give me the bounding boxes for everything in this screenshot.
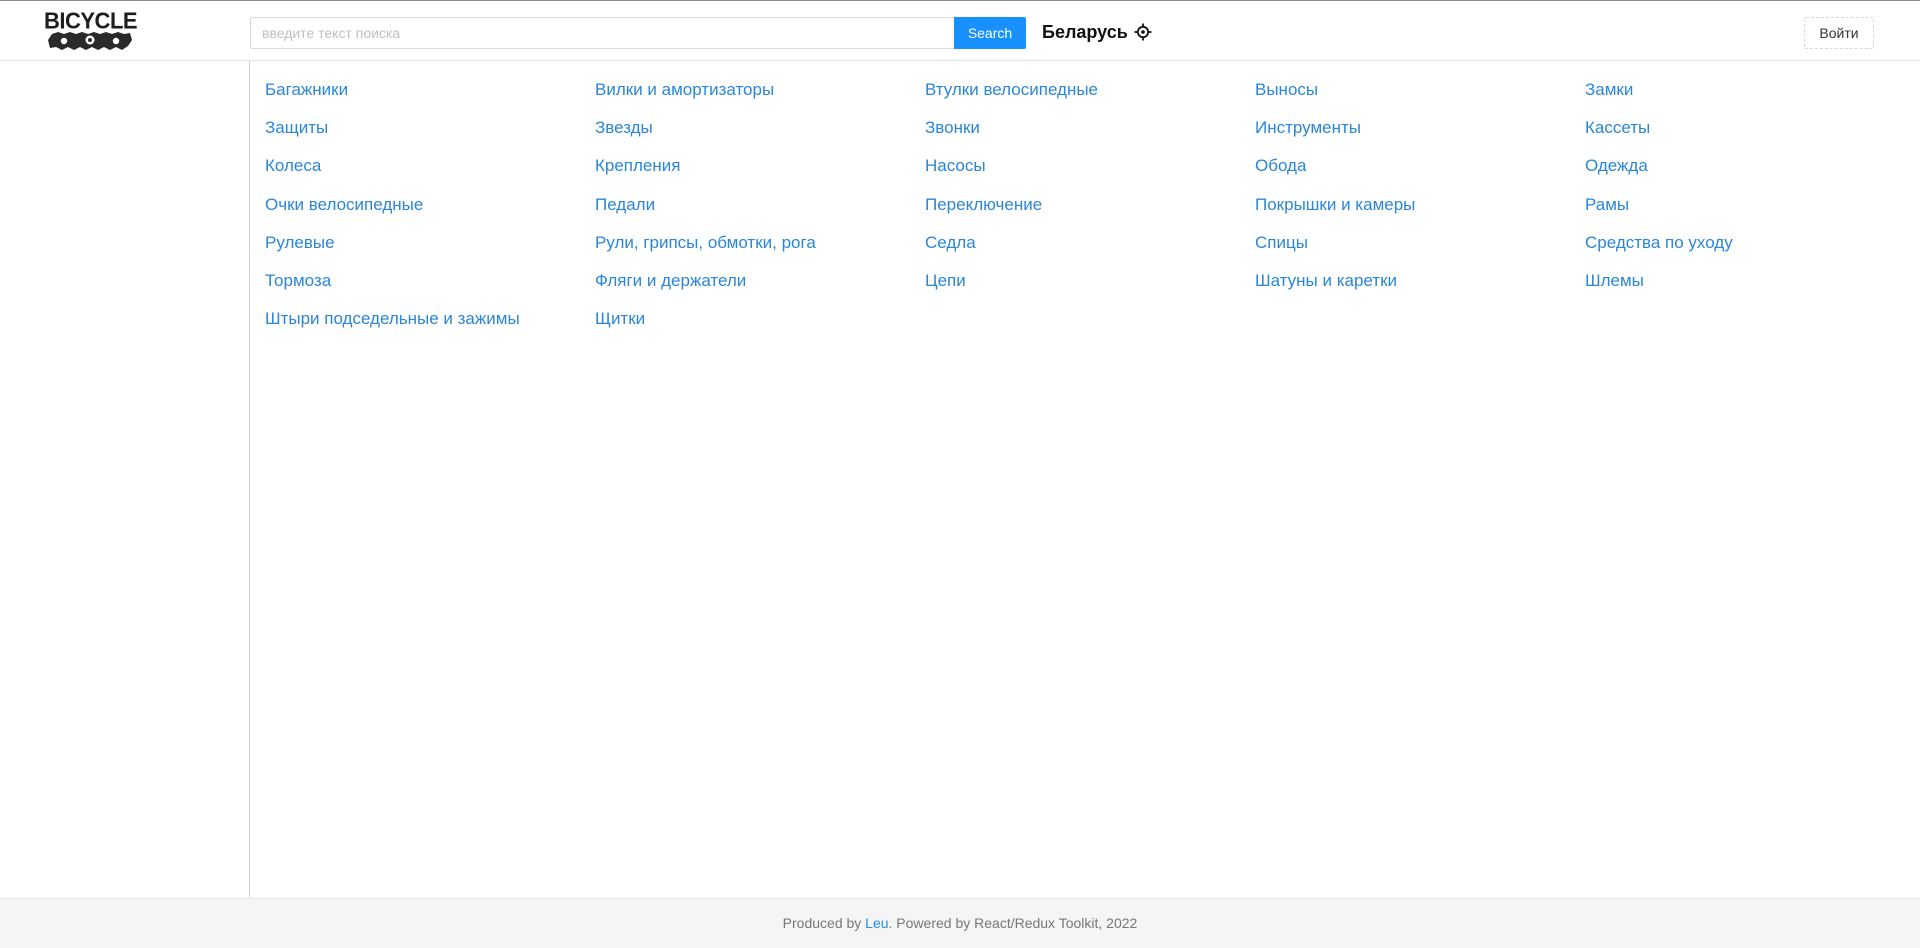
category-link[interactable]: Очки велосипедные — [265, 194, 595, 232]
sidebar — [0, 61, 250, 898]
category-link[interactable]: Щитки — [595, 308, 925, 346]
login-button[interactable]: Войти — [1804, 17, 1874, 49]
category-link[interactable]: Цепи — [925, 270, 1255, 308]
category-link[interactable]: Педали — [595, 194, 925, 232]
category-link[interactable]: Рули, грипсы, обмотки, рога — [595, 232, 925, 270]
header: BICYCLE Search Беларусь Войти — [0, 0, 1920, 61]
chain-ring-icon — [48, 32, 132, 50]
category-grid: Багажники Вилки и амортизаторы Втулки вело… — [265, 79, 1915, 346]
category-link[interactable]: Крепления — [595, 155, 925, 193]
category-link[interactable]: Переключение — [925, 194, 1255, 232]
category-link[interactable]: Насосы — [925, 155, 1255, 193]
category-link[interactable]: Рулевые — [265, 232, 595, 270]
category-link[interactable]: Средства по уходу — [1585, 232, 1915, 270]
category-link[interactable]: Шатуны и каретки — [1255, 270, 1585, 308]
category-link[interactable]: Шлемы — [1585, 270, 1915, 308]
search-input[interactable] — [250, 17, 954, 49]
category-link[interactable]: Колеса — [265, 155, 595, 193]
category-link[interactable]: Тормоза — [265, 270, 595, 308]
location-selector[interactable]: Беларусь — [1042, 20, 1152, 44]
category-link[interactable]: Замки — [1585, 79, 1915, 117]
category-link[interactable]: Штыри подседельные и зажимы — [265, 308, 595, 346]
bicycle-logo[interactable]: BICYCLE — [44, 9, 138, 54]
category-link[interactable]: Звезды — [595, 117, 925, 155]
crosshair-icon — [1134, 23, 1152, 41]
footer-prefix: Produced by — [782, 915, 866, 931]
category-link[interactable]: Обода — [1255, 155, 1585, 193]
category-link[interactable]: Седла — [925, 232, 1255, 270]
category-link[interactable]: Багажники — [265, 79, 595, 117]
footer: Produced by Leu. Powered by React/Redux … — [0, 898, 1920, 948]
category-link[interactable]: Выносы — [1255, 79, 1585, 117]
category-link[interactable]: Фляги и держатели — [595, 270, 925, 308]
category-link[interactable]: Звонки — [925, 117, 1255, 155]
footer-suffix: . Powered by React/Redux Toolkit, 2022 — [888, 915, 1138, 931]
category-link[interactable]: Кассеты — [1585, 117, 1915, 155]
category-link[interactable]: Вилки и амортизаторы — [595, 79, 925, 117]
category-link[interactable]: Защиты — [265, 117, 595, 155]
category-link[interactable]: Одежда — [1585, 155, 1915, 193]
category-link[interactable]: Втулки велосипедные — [925, 79, 1255, 117]
category-link[interactable]: Спицы — [1255, 232, 1585, 270]
search-bar: Search — [250, 17, 1026, 49]
category-link[interactable]: Рамы — [1585, 194, 1915, 232]
footer-author-link[interactable]: Leu — [865, 915, 888, 931]
category-link[interactable]: Инструменты — [1255, 117, 1585, 155]
search-button[interactable]: Search — [954, 17, 1026, 49]
category-link[interactable]: Покрышки и камеры — [1255, 194, 1585, 232]
main-content: Багажники Вилки и амортизаторы Втулки вело… — [251, 61, 1920, 898]
location-label: Беларусь — [1042, 21, 1128, 42]
